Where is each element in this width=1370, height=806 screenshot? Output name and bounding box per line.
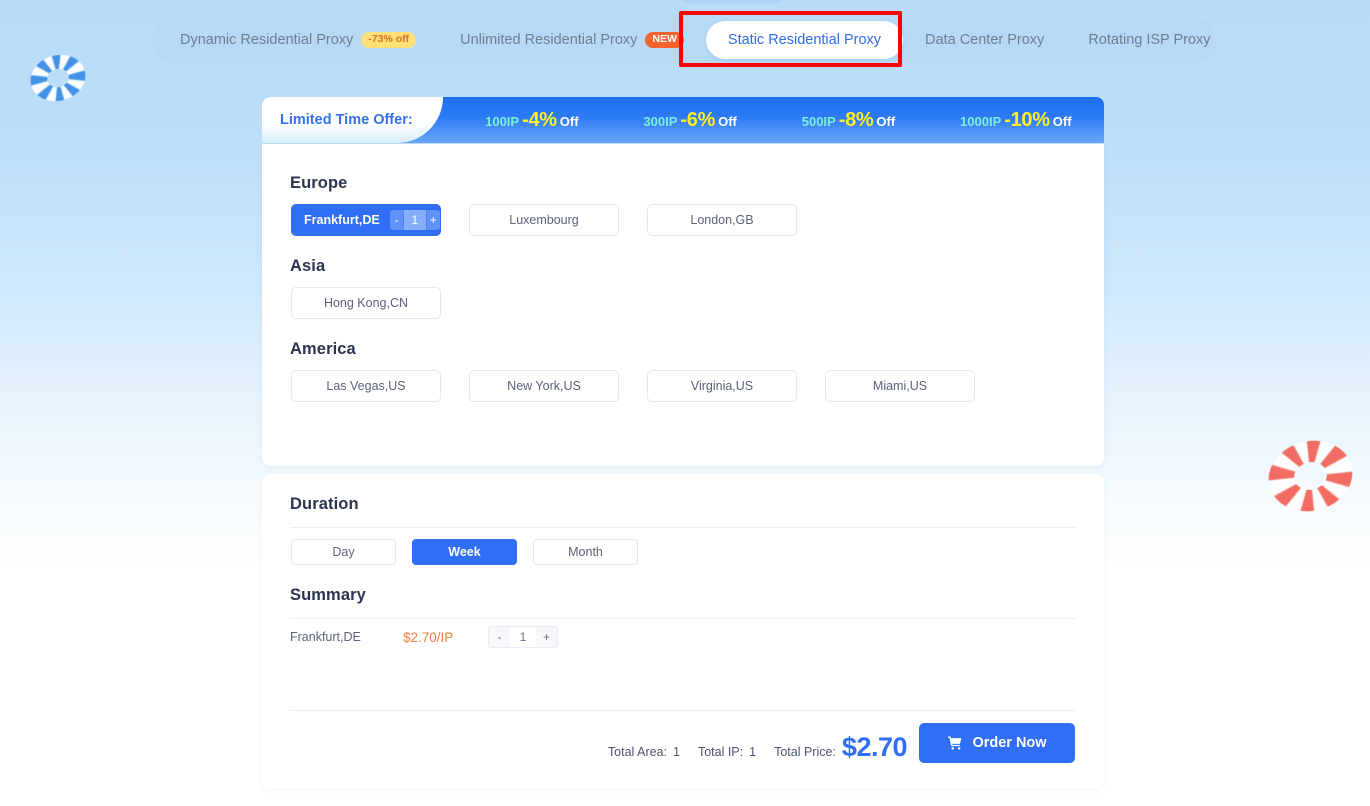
tier-off-text: Off — [1052, 113, 1072, 129]
tab-label: Unlimited Residential Proxy — [460, 32, 638, 48]
summary-title: Summary — [290, 586, 366, 604]
region-chip-virginia-us[interactable]: Virginia,US — [647, 370, 797, 402]
promo-tier-list: 100IP -4% Off 300IP -6% Off 500IP -8% Of… — [443, 109, 1104, 132]
tier-percent: -6% — [680, 108, 716, 131]
clipped-pill-decoration — [680, 0, 784, 4]
tab-label: Static Residential Proxy — [727, 32, 882, 48]
region-chip-label: Luxembourg — [509, 213, 579, 227]
summary-row: Frankfurt,DE $2.70/IP - 1 + — [290, 626, 558, 648]
total-price-label: Total Price: — [774, 745, 836, 759]
region-chip-miami-us[interactable]: Miami,US — [825, 370, 975, 402]
duration-option-label: Week — [448, 545, 481, 559]
region-selection-card: Europe Frankfurt,DE - 1 + Luxembourg Lon… — [262, 144, 1104, 466]
summary-unit-price: $2.70/IP — [403, 629, 454, 645]
new-badge: NEW — [645, 32, 684, 48]
total-ip-value: 1 — [749, 745, 757, 759]
total-price: Total Price: $2.70 — [774, 732, 907, 763]
summary-quantity-stepper[interactable]: - 1 + — [488, 626, 558, 648]
tab-label: Data Center Proxy — [925, 32, 1045, 48]
tier-ip-count: 1000IP — [960, 113, 1002, 129]
quantity-value: 1 — [404, 210, 426, 230]
tab-rotating-isp-proxy[interactable]: Rotating ISP Proxy — [1066, 21, 1232, 59]
limited-time-offer-banner: Limited Time Offer: 100IP -4% Off 300IP … — [262, 97, 1104, 143]
divider — [290, 710, 1076, 711]
increment-button[interactable]: + — [425, 210, 440, 230]
tier-ip-count: 300IP — [643, 113, 678, 129]
duration-option-week[interactable]: Week — [412, 539, 517, 565]
total-ip-label: Total IP: — [697, 745, 744, 759]
tier-percent: -4% — [522, 108, 557, 131]
decrement-button[interactable]: - — [489, 627, 510, 647]
tier-ip-count: 500IP — [801, 113, 836, 129]
total-price-value: $2.70 — [841, 732, 908, 762]
region-chip-label: Frankfurt,DE — [304, 213, 380, 227]
life-ring-decoration-blue — [24, 48, 92, 108]
region-group-title-europe: Europe — [290, 174, 348, 192]
region-chip-row-america: Las Vegas,US New York,US Virginia,US Mia… — [291, 370, 975, 402]
promo-label: Limited Time Offer: — [262, 97, 443, 143]
region-chip-hong-kong-cn[interactable]: Hong Kong,CN — [291, 287, 441, 319]
increment-button[interactable]: + — [536, 627, 557, 647]
region-chip-label: Las Vegas,US — [326, 379, 406, 393]
tier-off-text: Off — [559, 113, 579, 129]
tab-label: Dynamic Residential Proxy — [180, 32, 354, 48]
total-area-value: 1 — [673, 745, 680, 759]
tier-off-text: Off — [718, 113, 737, 129]
region-group-title-america: America — [290, 340, 356, 358]
region-chip-row-europe: Frankfurt,DE - 1 + Luxembourg London,GB — [291, 204, 797, 236]
total-area-label: Total Area: — [607, 745, 667, 759]
duration-summary-card: Duration Day Week Month Summary Frankfur… — [262, 474, 1104, 788]
region-chip-label: New York,US — [507, 379, 581, 393]
decrement-button[interactable]: - — [389, 210, 405, 230]
region-quantity-stepper[interactable]: - 1 + — [389, 210, 440, 230]
region-chip-frankfurt-de[interactable]: Frankfurt,DE - 1 + — [291, 204, 441, 236]
promo-tier: 500IP -8% Off — [802, 109, 895, 132]
summary-region-name: Frankfurt,DE — [290, 630, 361, 644]
region-chip-row-asia: Hong Kong,CN — [291, 287, 441, 319]
duration-option-label: Day — [332, 545, 355, 559]
duration-option-label: Month — [568, 545, 603, 559]
discount-badge: -73% off — [361, 32, 417, 48]
tier-percent: -8% — [838, 108, 874, 131]
quantity-value: 1 — [510, 627, 536, 647]
duration-option-day[interactable]: Day — [291, 539, 396, 565]
tab-dynamic-residential-proxy[interactable]: Dynamic Residential Proxy -73% off — [158, 21, 438, 59]
region-chip-luxembourg[interactable]: Luxembourg — [469, 204, 619, 236]
divider — [290, 618, 1076, 619]
duration-option-row: Day Week Month — [291, 539, 638, 565]
region-group-title-asia: Asia — [290, 257, 326, 275]
tab-static-residential-proxy[interactable]: Static Residential Proxy — [705, 21, 904, 59]
totals-bar: Total Area: 1 Total IP: 1 Total Price: $… — [608, 732, 908, 763]
promo-tier: 100IP -4% Off — [485, 109, 578, 132]
order-now-label: Order Now — [972, 735, 1047, 751]
region-chip-label: London,GB — [690, 213, 754, 227]
shopping-cart-icon — [948, 736, 962, 750]
region-chip-new-york-us[interactable]: New York,US — [469, 370, 619, 402]
total-ip: Total IP: 1 — [698, 745, 756, 759]
promo-tier: 1000IP -10% Off — [960, 109, 1071, 132]
tab-unlimited-residential-proxy[interactable]: Unlimited Residential Proxy NEW — [438, 21, 706, 59]
tier-ip-count: 100IP — [485, 113, 520, 129]
region-chip-label: Hong Kong,CN — [323, 296, 409, 310]
region-chip-las-vegas-us[interactable]: Las Vegas,US — [291, 370, 441, 402]
tier-off-text: Off — [876, 113, 896, 129]
tab-data-center-proxy[interactable]: Data Center Proxy — [903, 21, 1066, 59]
tier-percent: -10% — [1004, 108, 1050, 131]
total-area: Total Area: 1 — [608, 745, 680, 759]
region-chip-label: Virginia,US — [690, 379, 754, 393]
order-now-button[interactable]: Order Now — [919, 723, 1075, 763]
region-chip-label: Miami,US — [872, 379, 928, 393]
product-tab-bar: Dynamic Residential Proxy -73% off Unlim… — [152, 18, 1217, 62]
duration-title: Duration — [290, 495, 359, 513]
divider — [290, 527, 1076, 528]
tab-label: Rotating ISP Proxy — [1088, 32, 1211, 48]
region-chip-london-gb[interactable]: London,GB — [647, 204, 797, 236]
duration-option-month[interactable]: Month — [533, 539, 638, 565]
life-ring-decoration-red — [1260, 431, 1361, 521]
promo-tier: 300IP -6% Off — [643, 109, 736, 132]
